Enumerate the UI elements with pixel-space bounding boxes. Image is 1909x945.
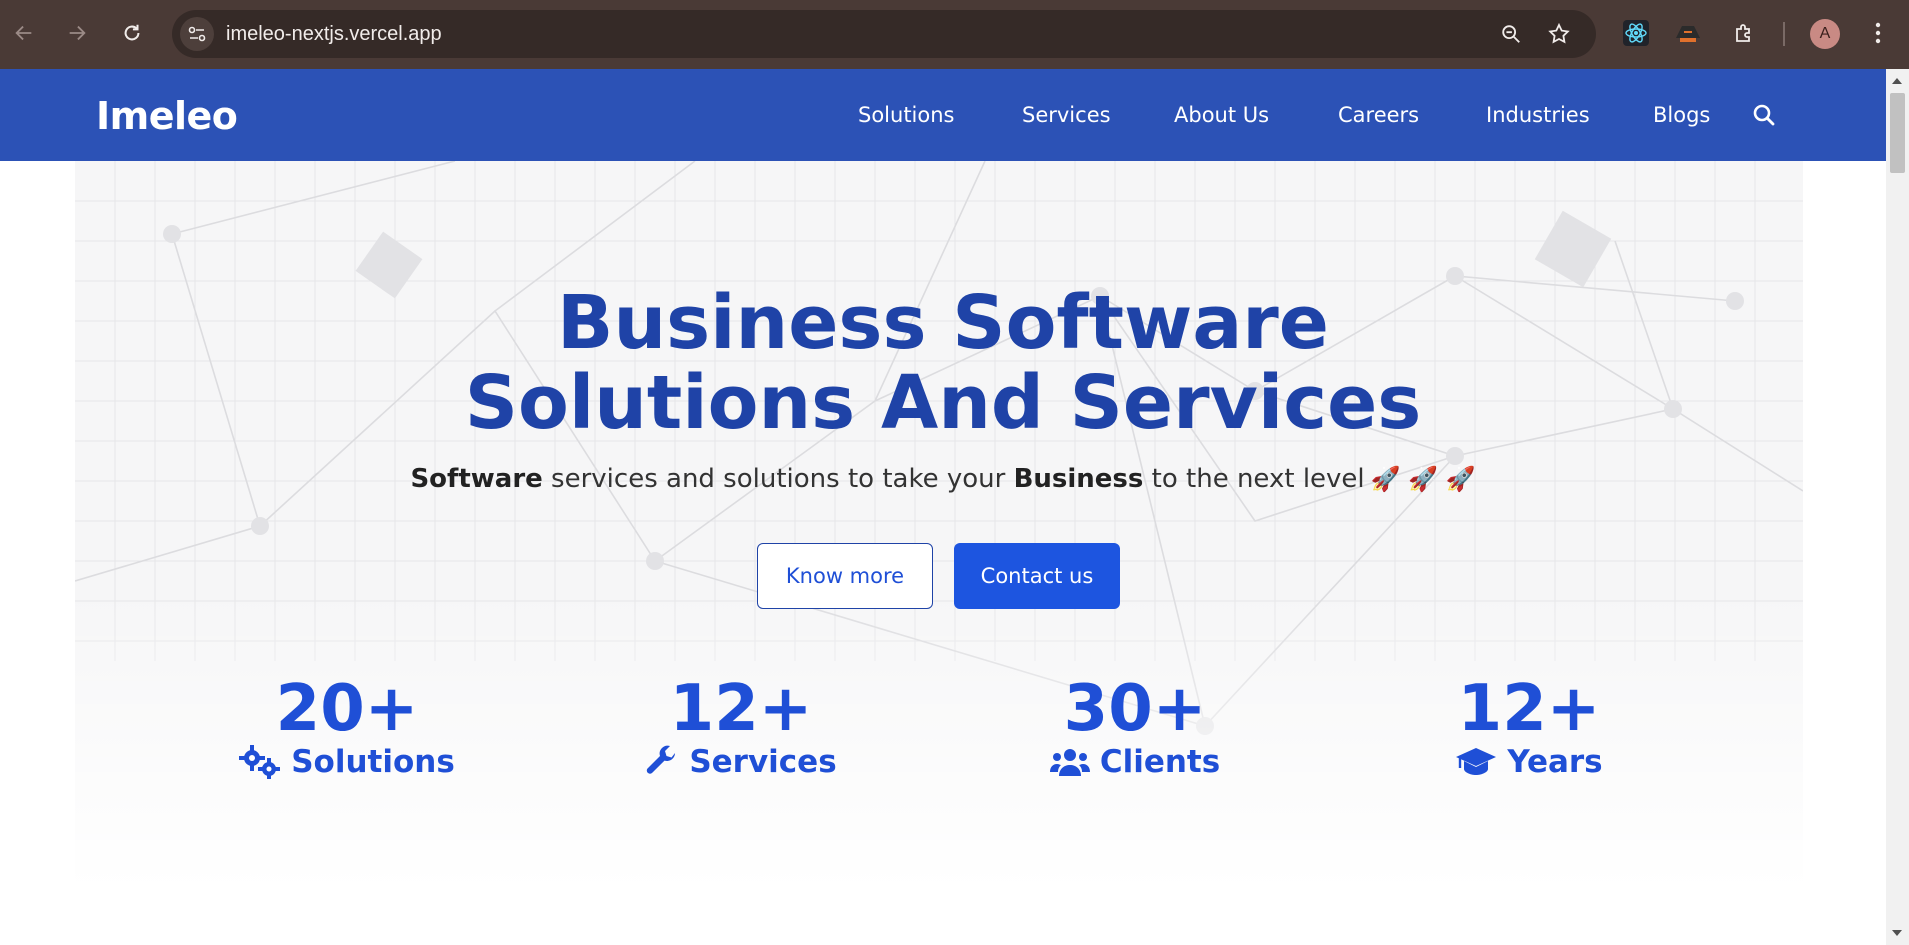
subtitle-bold-software: Software xyxy=(410,464,543,494)
hero-title-line1: Business Software xyxy=(557,280,1329,366)
scrollbar-thumb[interactable] xyxy=(1890,93,1905,173)
nav-link-careers[interactable]: Careers xyxy=(1338,103,1419,127)
zoom-icon[interactable] xyxy=(1496,19,1526,49)
stat-label: Years xyxy=(1507,744,1603,780)
graduation-cap-icon xyxy=(1456,748,1497,775)
stat-number: 12+ xyxy=(1457,672,1601,746)
extension-icon[interactable] xyxy=(1672,17,1704,49)
stat-label: Solutions xyxy=(291,744,455,780)
gears-icon xyxy=(239,745,281,779)
page-scrollbar[interactable] xyxy=(1886,69,1909,945)
stat-label: Clients xyxy=(1099,744,1221,780)
stat-number: 20+ xyxy=(275,672,419,746)
users-icon xyxy=(1049,749,1090,776)
react-devtools-icon[interactable] xyxy=(1620,17,1652,49)
scroll-up-icon[interactable] xyxy=(1892,78,1902,84)
rocket-emojis: 🚀 🚀 🚀 xyxy=(1370,465,1476,493)
search-icon[interactable] xyxy=(1752,103,1778,129)
contact-us-button[interactable]: Contact us xyxy=(954,543,1120,609)
address-bar[interactable]: imeleo-nextjs.vercel.app xyxy=(172,10,1596,58)
nav-link-solutions[interactable]: Solutions xyxy=(858,103,955,127)
browser-toolbar: imeleo-nextjs.vercel.app A xyxy=(0,0,1909,69)
back-icon[interactable] xyxy=(7,16,41,50)
hero-subtitle: Software services and solutions to take … xyxy=(0,464,1886,494)
site-info-icon[interactable] xyxy=(180,17,214,51)
profile-avatar[interactable]: A xyxy=(1810,19,1840,49)
nav-link-blogs[interactable]: Blogs xyxy=(1653,103,1710,127)
know-more-button[interactable]: Know more xyxy=(757,543,933,609)
toolbar-separator xyxy=(1783,22,1785,46)
subtitle-text-1: services and solutions to take your xyxy=(542,464,1014,494)
stat-clients: 30+ Clients xyxy=(985,674,1285,780)
reload-icon[interactable] xyxy=(115,16,149,50)
scroll-down-icon[interactable] xyxy=(1892,930,1902,936)
site-navbar: Imeleo Solutions Services About Us Caree… xyxy=(0,69,1886,161)
hero-title-line2: Solutions And Services xyxy=(464,360,1422,446)
stat-services: 12+ Services xyxy=(591,674,891,780)
nav-link-services[interactable]: Services xyxy=(1022,103,1111,127)
subtitle-bold-business: Business xyxy=(1013,464,1144,494)
brand-logo[interactable]: Imeleo xyxy=(96,94,238,138)
nav-link-industries[interactable]: Industries xyxy=(1486,103,1590,127)
subtitle-text-2: to the next level xyxy=(1143,464,1365,494)
forward-icon[interactable] xyxy=(60,16,94,50)
stat-years: 12+ Years xyxy=(1379,674,1679,780)
stat-number: 30+ xyxy=(1063,672,1207,746)
url-text[interactable]: imeleo-nextjs.vercel.app xyxy=(226,23,442,46)
puzzle-icon[interactable] xyxy=(1728,17,1760,49)
nav-link-about-us[interactable]: About Us xyxy=(1174,103,1269,127)
bookmark-star-icon[interactable] xyxy=(1544,19,1574,49)
stat-label: Services xyxy=(689,744,837,780)
stat-solutions: 20+ Solutions xyxy=(197,674,497,780)
menu-kebab-icon[interactable] xyxy=(1862,17,1894,49)
wrench-icon xyxy=(647,745,676,774)
stat-number: 12+ xyxy=(669,672,813,746)
page-viewport: Imeleo Solutions Services About Us Caree… xyxy=(0,69,1886,945)
hero-background xyxy=(75,161,1803,945)
